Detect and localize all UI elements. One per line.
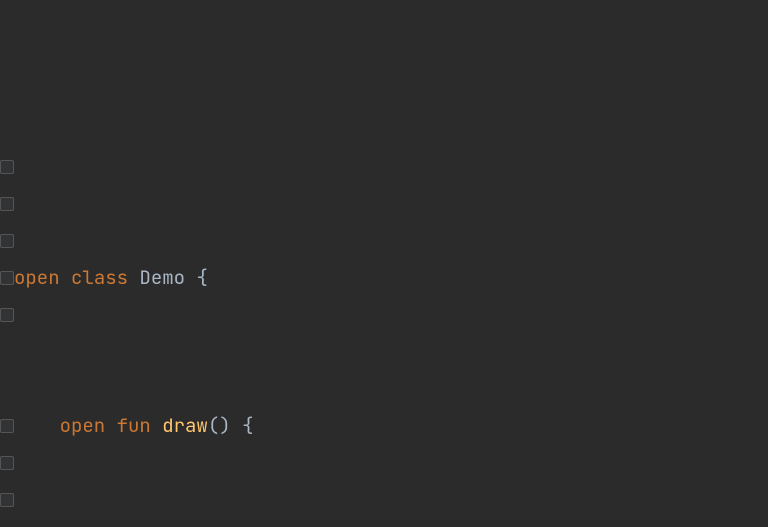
function-draw: draw	[162, 413, 208, 438]
fold-9-icon[interactable]	[0, 456, 14, 470]
fold-1-icon[interactable]	[0, 160, 14, 174]
brace: {	[196, 265, 207, 290]
keyword-fun: fun	[117, 413, 151, 438]
fold-4-icon[interactable]	[0, 271, 14, 285]
parens: ()	[208, 413, 231, 438]
code-line[interactable]: open fun draw() {	[14, 407, 768, 444]
fold-8-icon[interactable]	[0, 419, 14, 433]
keyword-open: open	[14, 265, 60, 290]
brace: {	[242, 413, 253, 438]
code-line[interactable]: open class Demo {	[14, 259, 768, 296]
type-demo: Demo	[139, 265, 185, 290]
keyword-open: open	[60, 413, 106, 438]
code-editor[interactable]: open class Demo { open fun draw() { prin…	[0, 148, 768, 527]
code-area[interactable]: open class Demo { open fun draw() { prin…	[14, 148, 768, 527]
fold-3-icon[interactable]	[0, 234, 14, 248]
fold-10-icon[interactable]	[0, 493, 14, 507]
keyword-class: class	[71, 265, 128, 290]
gutter	[0, 148, 14, 527]
fold-5-icon[interactable]	[0, 308, 14, 322]
fold-2-icon[interactable]	[0, 197, 14, 211]
